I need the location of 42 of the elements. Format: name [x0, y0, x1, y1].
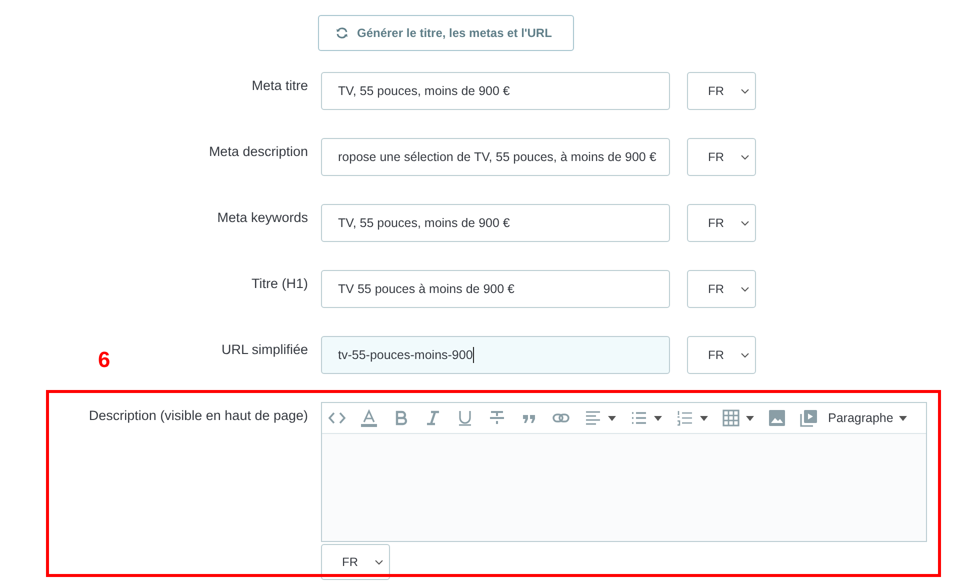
caret-icon[interactable]	[899, 416, 908, 420]
generate-button[interactable]: Générer le titre, les metas et l'URL	[318, 15, 574, 51]
caret-icon[interactable]	[746, 416, 754, 420]
caret-icon[interactable]	[608, 416, 616, 420]
field-label: Meta keywords	[217, 209, 308, 227]
color-icon[interactable]	[360, 409, 378, 427]
image-icon[interactable]	[768, 409, 786, 427]
input-field[interactable]: tv-55-pouces-moins-900	[321, 336, 670, 374]
chevron-down-icon[interactable]	[741, 154, 749, 160]
language-select[interactable]: FR	[687, 270, 756, 308]
input-field[interactable]: TV, 55 pouces, moins de 900 €	[321, 72, 670, 110]
input-field[interactable]: ropose une sélection de TV, 55 pouces, à moins de 900 €	[321, 138, 670, 176]
input-field[interactable]: TV 55 pouces à moins de 900 €	[321, 270, 670, 308]
numbers-icon[interactable]	[676, 409, 694, 427]
input-field[interactable]: TV, 55 pouces, moins de 900 €	[321, 204, 670, 242]
chevron-down-icon[interactable]	[741, 220, 749, 226]
field-label: Titre (H1)	[252, 275, 308, 293]
chevron-down-icon[interactable]	[741, 286, 749, 292]
align-icon[interactable]	[584, 409, 602, 427]
field-label: URL simplifiée	[221, 341, 308, 359]
chevron-down-icon[interactable]	[375, 560, 383, 564]
bullets-icon[interactable]	[630, 409, 648, 427]
language-select[interactable]: FR	[687, 336, 756, 374]
language-select[interactable]: FR	[687, 138, 756, 176]
field-label: Description (visible en haut de page)	[88, 407, 308, 425]
language-select[interactable]: FR	[687, 72, 756, 110]
chevron-down-icon[interactable]	[741, 352, 749, 358]
strike-icon[interactable]	[488, 409, 506, 427]
language-select[interactable]: FR	[687, 204, 756, 242]
table-icon[interactable]	[722, 409, 740, 427]
video-icon[interactable]	[800, 409, 818, 427]
caret-icon[interactable]	[654, 416, 662, 420]
chevron-down-icon[interactable]	[741, 88, 749, 94]
annotation-number: 6	[98, 347, 110, 373]
field-label: Meta titre	[252, 77, 308, 95]
italic-icon[interactable]	[424, 409, 442, 427]
refresh-icon	[335, 26, 349, 40]
caret-icon[interactable]	[700, 416, 708, 420]
field-label: Meta description	[208, 143, 308, 161]
underline-icon[interactable]	[456, 409, 474, 427]
format-dropdown[interactable]: Paragraphe	[828, 411, 908, 425]
language-select[interactable]: FR	[321, 544, 390, 580]
